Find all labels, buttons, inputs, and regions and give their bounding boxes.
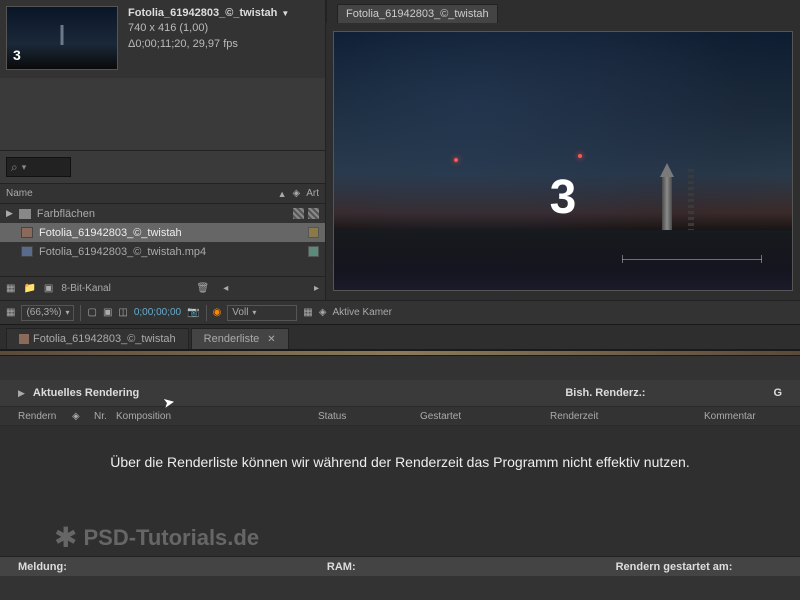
watermark: ✱ PSD-Tutorials.de bbox=[54, 521, 259, 554]
current-render-label[interactable]: Aktuelles Rendering bbox=[33, 387, 139, 399]
composition-viewer[interactable]: 3 bbox=[333, 31, 793, 291]
color-swatch[interactable] bbox=[308, 227, 319, 238]
col-name[interactable]: Name bbox=[6, 188, 278, 199]
close-icon[interactable]: ✕ bbox=[267, 334, 275, 345]
folder-icon bbox=[19, 209, 31, 219]
project-list: ▶ Farbflächen Fotolia_61942803_©_twistah… bbox=[0, 204, 325, 276]
viewer-controls: ▦ (66,3%) ▢ ▣ ◫ 0;00;00;00 📷 ◉ Voll ▦ ◈ … bbox=[0, 300, 800, 324]
zoom-dropdown[interactable]: (66,3%) bbox=[21, 305, 74, 321]
render-queue-header[interactable]: Rendern ◈ Nr. Komposition Status Gestart… bbox=[0, 406, 800, 426]
viewer-panel: Fotolia_61942803_©_twistah 3 bbox=[325, 0, 800, 300]
safe-zone-icon[interactable]: ▣ bbox=[103, 307, 112, 318]
new-folder-icon[interactable]: 📁 bbox=[23, 283, 35, 294]
elapsed-label: Bish. Renderz.: bbox=[565, 387, 645, 399]
square-icon[interactable]: ▢ bbox=[87, 307, 96, 318]
list-item[interactable]: Fotolia_61942803_©_twistah bbox=[0, 223, 325, 242]
fx-icon[interactable]: ◈ bbox=[319, 307, 327, 318]
timecode[interactable]: 0;00;00;00 bbox=[134, 307, 181, 318]
tag-icon[interactable]: ◈ bbox=[293, 188, 301, 199]
bit-depth[interactable]: 8-Bit-Kanal bbox=[61, 283, 110, 294]
project-panel: 3 Fotolia_61942803_©_twistah 740 x 416 (… bbox=[0, 0, 325, 300]
adj-icon[interactable]: ▦ bbox=[303, 307, 312, 318]
list-item[interactable]: ▶ Farbflächen bbox=[0, 204, 325, 223]
mask-icon[interactable]: ◫ bbox=[118, 307, 127, 318]
tag-icon: ◈ bbox=[72, 411, 92, 422]
bin-icon[interactable]: ▦ bbox=[6, 283, 15, 294]
tab-composition[interactable]: Fotolia_61942803_©_twistah bbox=[6, 328, 189, 349]
list-item-label: Fotolia_61942803_©_twistah.mp4 bbox=[39, 246, 206, 258]
grid-icon[interactable]: ▦ bbox=[6, 307, 15, 318]
color-swatch[interactable] bbox=[308, 246, 319, 257]
message-label: Meldung: bbox=[18, 561, 67, 573]
thumb-countdown: 3 bbox=[13, 47, 21, 63]
new-comp-icon[interactable]: ▣ bbox=[44, 283, 53, 294]
viewer-tab[interactable]: Fotolia_61942803_©_twistah bbox=[337, 4, 498, 23]
list-item-label: Farbflächen bbox=[37, 208, 95, 220]
render-footer: Meldung: RAM: Rendern gestartet am: bbox=[0, 556, 800, 576]
trash-icon[interactable]: 🗑 bbox=[197, 283, 210, 294]
list-item[interactable]: Fotolia_61942803_©_twistah.mp4 bbox=[0, 242, 325, 261]
tutorial-caption: Über die Renderliste können wir während … bbox=[0, 426, 800, 470]
project-title[interactable]: Fotolia_61942803_©_twistah bbox=[128, 6, 289, 21]
project-dimensions: 740 x 416 (1,00) bbox=[128, 21, 289, 36]
video-icon bbox=[21, 246, 33, 257]
project-timing: Δ0;00;11;20, 29,97 fps bbox=[128, 37, 289, 52]
snapshot-icon[interactable]: 📷 bbox=[187, 307, 199, 318]
search-input[interactable] bbox=[6, 157, 71, 177]
active-camera[interactable]: Aktive Kamer bbox=[332, 307, 391, 318]
col-type[interactable]: Art bbox=[306, 188, 319, 199]
list-item-label: Fotolia_61942803_©_twistah bbox=[39, 227, 182, 239]
tab-renderlist[interactable]: Renderliste✕ bbox=[191, 328, 289, 349]
composition-icon bbox=[21, 227, 33, 238]
started-label: Rendern gestartet am: bbox=[616, 561, 733, 573]
countdown-overlay: 3 bbox=[550, 170, 577, 225]
lower-tabs: Fotolia_61942803_©_twistah Renderliste✕ bbox=[0, 324, 800, 350]
ram-label: RAM: bbox=[327, 561, 356, 573]
project-list-header[interactable]: Name ▲ ◈ Art bbox=[0, 184, 325, 204]
project-thumbnail[interactable]: 3 bbox=[6, 6, 118, 70]
render-header-row: ▶ Aktuelles Rendering Bish. Renderz.: G bbox=[0, 380, 800, 406]
eta-label: G bbox=[773, 387, 782, 399]
quality-dropdown[interactable]: Voll bbox=[227, 305, 297, 321]
project-bottom-bar: ▦ 📁 ▣ 8-Bit-Kanal 🗑 ◂ ▸ bbox=[0, 276, 325, 300]
channel-icon[interactable]: ◉ bbox=[213, 307, 222, 318]
